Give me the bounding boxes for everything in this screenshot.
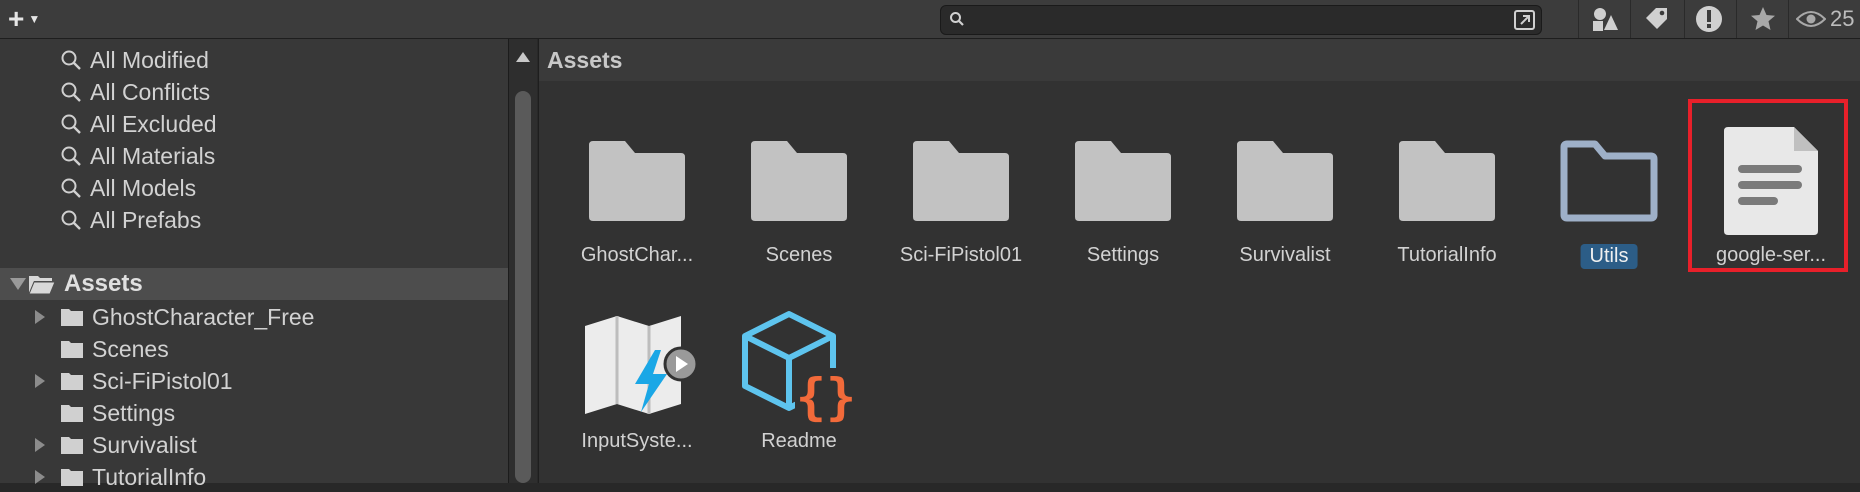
asset-grid-panel: Assets GhostChar... Scenes Sci-FiPistol0… [538,39,1860,483]
tree-root-assets[interactable]: Assets [0,268,508,300]
tree-item-label: Settings [92,399,176,426]
eye-icon [1796,11,1826,27]
eye-count-label: 25 [1830,6,1855,31]
search-icon [61,210,81,230]
grid-item-survivalist[interactable]: Survivalist [1205,101,1365,281]
tree-item-label: GhostCharacter_Free [92,303,315,330]
expand-right-icon[interactable] [34,309,46,325]
tree-item-sci-fipistol01[interactable]: Sci-FiPistol01 [30,366,233,396]
search-icon [61,146,81,166]
open-folder-icon [28,276,56,295]
grid-item-readme[interactable]: {} Readme [719,287,879,467]
folder-icon [1075,141,1171,221]
favorite-label: All Modified [90,46,209,73]
folder-icon [61,437,83,454]
grid-item-label: Readme [761,430,837,452]
filter-by-label-icon[interactable] [1642,4,1672,34]
tree-scrollbar[interactable] [508,39,537,483]
input-actions-icon [585,316,697,414]
chevron-down-icon: ▼ [28,12,41,26]
search-icon [61,82,81,102]
favorite-all-conflicts[interactable]: All Conflicts [60,77,210,107]
grid-item-label: Settings [1086,244,1160,266]
grid-item-scenes[interactable]: Scenes [719,101,879,281]
tree-item-settings[interactable]: Settings [30,398,175,428]
favorite-label: All Conflicts [90,78,211,105]
favorite-all-excluded[interactable]: All Excluded [60,109,217,139]
grid-item-utils[interactable]: Utils [1529,101,1689,281]
grid-item-inputsystem[interactable]: InputSyste... [557,287,717,467]
folder-icon [913,141,1009,221]
filter-by-type-icon[interactable] [1590,4,1620,34]
hidden-packages-count[interactable]: 25 [1796,6,1854,32]
favorite-label: All Prefabs [90,206,202,233]
search-field[interactable] [940,5,1542,35]
favorite-all-materials[interactable]: All Materials [60,141,215,171]
grid-item-label: Scenes [765,244,833,266]
toolbar: + ▼ 25 [0,0,1860,39]
breadcrumb-assets[interactable]: Assets [547,47,622,74]
console-warning-icon[interactable] [1694,4,1724,34]
search-icon [950,12,964,26]
favorite-all-prefabs[interactable]: All Prefabs [60,205,201,235]
grid-item-label: google-ser... [1715,244,1827,266]
folder-icon [1399,141,1495,221]
search-icon [61,114,81,134]
tree-item-scenes[interactable]: Scenes [30,334,169,364]
favorite-label: All Excluded [90,110,217,137]
project-tree-panel: All Modified All Conflicts All Excluded … [0,39,508,490]
tree-item-survivalist[interactable]: Survivalist [30,430,197,460]
tree-item-label: Sci-FiPistol01 [92,367,233,394]
folder-icon [1237,141,1333,221]
grid-item-ghostcharacter[interactable]: GhostChar... [557,101,717,281]
json-cube-icon: {} [742,311,857,424]
star-icon[interactable] [1748,4,1778,34]
folder-icon [589,141,685,221]
search-popout-icon[interactable] [1513,8,1537,32]
grid-item-label: Survivalist [1239,244,1331,266]
favorite-label: All Models [90,174,197,201]
folder-outline-icon [1560,140,1658,222]
grid-item-google-services[interactable]: google-ser... [1691,101,1851,281]
favorite-all-models[interactable]: All Models [60,173,196,203]
tree-item-label: Scenes [92,335,169,362]
search-icon [61,178,81,198]
grid-item-sci-fipistol01[interactable]: Sci-FiPistol01 [881,101,1041,281]
grid-item-label: GhostChar... [580,244,694,266]
folder-icon [61,405,83,422]
favorite-label: All Materials [90,142,216,169]
folder-icon [61,373,83,390]
folder-icon [751,141,847,221]
tree-item-label: Survivalist [92,431,197,458]
breadcrumb: Assets [539,39,1860,81]
tree-item-label: TutorialInfo [92,463,207,490]
folder-icon [61,469,83,486]
plus-icon: + [8,3,25,34]
search-icon [61,50,81,70]
scrollbar-thumb[interactable] [515,91,531,483]
expand-right-icon[interactable] [34,437,46,453]
grid-item-label: Sci-FiPistol01 [899,244,1023,266]
grid-item-tutorialinfo[interactable]: TutorialInfo [1367,101,1527,281]
text-file-icon [1724,127,1818,235]
grid-item-label: Utils [1580,244,1638,269]
folder-icon [61,341,83,358]
tree-item-tutorialinfo[interactable]: TutorialInfo [30,462,206,492]
create-button[interactable]: + ▼ [8,3,58,34]
scroll-up-icon[interactable] [515,51,531,63]
search-input[interactable] [971,9,1475,31]
favorite-all-modified[interactable]: All Modified [60,45,209,75]
grid-item-settings[interactable]: Settings [1043,101,1203,281]
expand-down-icon[interactable] [8,277,28,291]
expand-right-icon[interactable] [34,373,46,389]
tree-root-label: Assets [64,270,143,297]
tree-item-ghostcharacter[interactable]: GhostCharacter_Free [30,302,314,332]
grid-item-label: InputSyste... [581,430,693,452]
svg-text:{}: {} [796,368,856,424]
grid-item-label: TutorialInfo [1397,244,1497,266]
folder-icon [61,309,83,326]
